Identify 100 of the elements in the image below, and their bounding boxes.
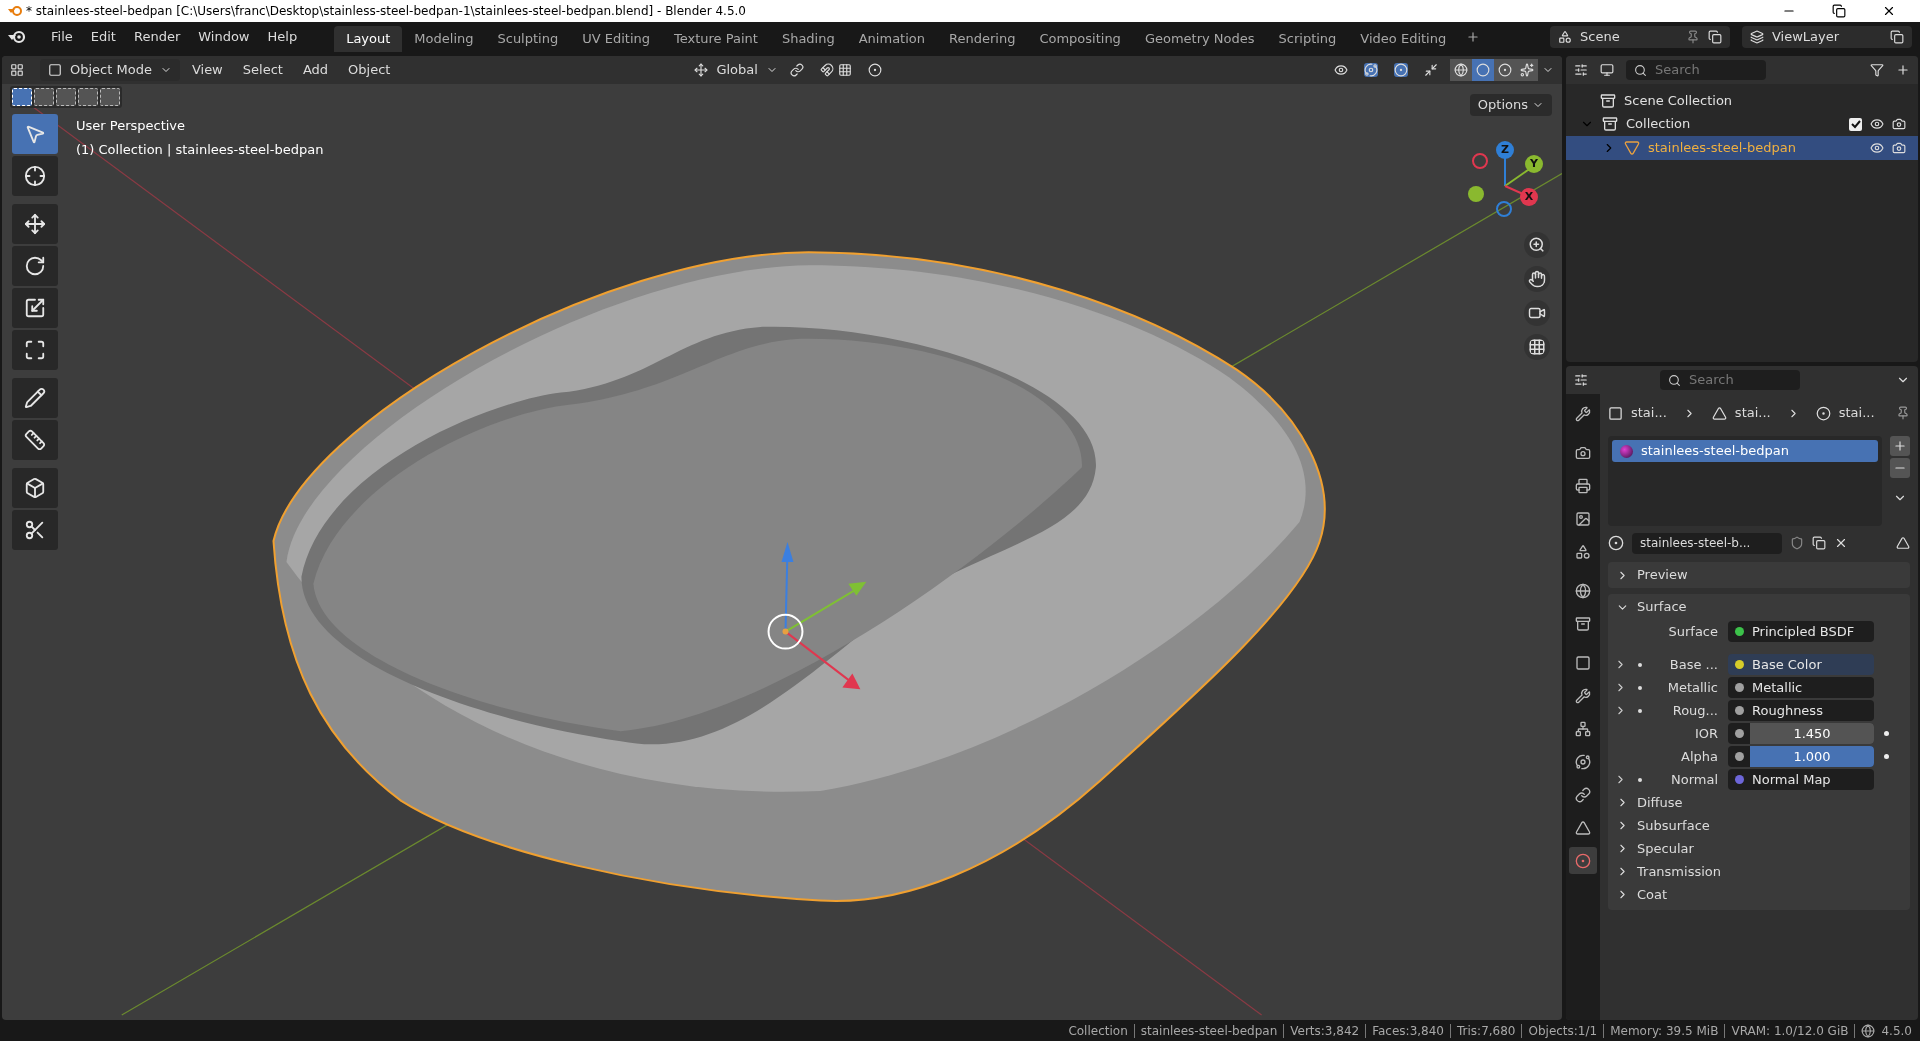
filter-icon[interactable] bbox=[1870, 63, 1884, 77]
add-workspace-icon[interactable] bbox=[1466, 30, 1481, 44]
orientation-dropdown[interactable]: Global bbox=[686, 59, 786, 81]
shading-mode-button[interactable] bbox=[1494, 59, 1516, 81]
workspace-tab[interactable]: Texture Paint bbox=[662, 26, 770, 52]
overlay-icon[interactable] bbox=[1394, 63, 1408, 77]
pan-icon[interactable] bbox=[1524, 266, 1550, 292]
close-icon[interactable] bbox=[1882, 4, 1896, 18]
pivot-icon[interactable] bbox=[789, 63, 804, 77]
duplicate-icon[interactable] bbox=[1812, 536, 1826, 550]
workspace-tab[interactable]: Modeling bbox=[402, 26, 486, 52]
material-name-field[interactable]: stainlees-steel-b... bbox=[1632, 532, 1782, 554]
workspace-tab[interactable]: Shading bbox=[769, 26, 847, 52]
workspace-tab[interactable]: Video Editing bbox=[1348, 26, 1459, 52]
panel-header[interactable]: Surface bbox=[1608, 594, 1910, 620]
breadcrumb-item[interactable]: stai... bbox=[1838, 403, 1875, 423]
menu-item[interactable]: Edit bbox=[81, 27, 125, 47]
breadcrumb-item[interactable]: stai... bbox=[1734, 403, 1771, 423]
tool-button[interactable] bbox=[12, 156, 58, 196]
tool-button[interactable] bbox=[12, 288, 58, 328]
pin-icon[interactable] bbox=[1896, 406, 1910, 420]
new-collection-icon[interactable] bbox=[1896, 63, 1910, 77]
display-mode-icon[interactable] bbox=[1600, 63, 1614, 77]
proportional-edit-icon[interactable] bbox=[867, 63, 882, 77]
workspace-tab[interactable]: Sculpting bbox=[485, 26, 571, 52]
workspace-tab[interactable]: Geometry Nodes bbox=[1132, 26, 1267, 52]
exclude-checkbox[interactable] bbox=[1849, 117, 1862, 131]
menu-item[interactable]: Help bbox=[258, 27, 307, 47]
search-field[interactable]: Search bbox=[1626, 60, 1766, 80]
subpanel-header[interactable]: Diffuse bbox=[1608, 791, 1910, 814]
tool-button[interactable] bbox=[12, 420, 58, 460]
menu-item[interactable]: Add bbox=[294, 60, 337, 80]
menu-item[interactable]: File bbox=[42, 27, 82, 47]
menu-item[interactable]: Object bbox=[340, 60, 399, 80]
unlink-icon[interactable] bbox=[1834, 536, 1848, 550]
menu-item[interactable]: View bbox=[183, 60, 231, 80]
select-mode-button[interactable] bbox=[34, 88, 54, 106]
tool-button[interactable] bbox=[12, 330, 58, 370]
subpanel-header[interactable]: Subsurface bbox=[1608, 814, 1910, 837]
select-mode-button[interactable] bbox=[100, 88, 120, 106]
app-logo-icon[interactable] bbox=[8, 30, 26, 44]
render-icon[interactable] bbox=[1892, 141, 1906, 155]
subpanel-header[interactable]: Specular bbox=[1608, 837, 1910, 860]
tool-button[interactable] bbox=[12, 378, 58, 418]
shading-mode-button[interactable] bbox=[1450, 59, 1472, 81]
workspace-tab[interactable]: UV Editing bbox=[570, 26, 662, 52]
gizmo-icon[interactable] bbox=[1364, 63, 1378, 77]
menu-item[interactable]: Select bbox=[234, 60, 291, 80]
material-browse-icon[interactable] bbox=[1608, 535, 1624, 551]
mode-dropdown[interactable]: Object Mode bbox=[40, 59, 180, 81]
editor-type-icon[interactable] bbox=[10, 63, 24, 77]
material-slot[interactable]: stainlees-steel-bedpan bbox=[1612, 440, 1878, 462]
number-field[interactable]: 1.000 bbox=[1728, 746, 1874, 767]
select-mode-button[interactable] bbox=[78, 88, 98, 106]
outliner-row[interactable]: stainlees-steel-bedpan bbox=[1566, 136, 1918, 160]
visibility-icon[interactable] bbox=[1870, 117, 1884, 131]
tool-button[interactable] bbox=[12, 246, 58, 286]
xray-icon[interactable] bbox=[1424, 63, 1438, 77]
restore-icon[interactable] bbox=[1832, 4, 1846, 18]
subpanel-header[interactable]: Transmission bbox=[1608, 860, 1910, 883]
workspace-tab[interactable]: Scripting bbox=[1266, 26, 1349, 52]
menu-item[interactable]: Render bbox=[124, 27, 190, 47]
link-data-icon[interactable] bbox=[1896, 536, 1910, 550]
socket-field[interactable]: Normal Map bbox=[1728, 769, 1874, 790]
shading-mode-button[interactable] bbox=[1472, 59, 1494, 81]
snap-icon[interactable] bbox=[819, 63, 834, 77]
breadcrumb-item[interactable]: stai... bbox=[1631, 403, 1667, 423]
options-dropdown[interactable]: Options bbox=[1469, 94, 1552, 116]
view-layer-selector[interactable]: ViewLayer bbox=[1742, 26, 1912, 48]
workspace-tab[interactable]: Layout bbox=[334, 26, 403, 52]
outliner-row[interactable]: Collection bbox=[1566, 112, 1918, 136]
visibility-icon[interactable] bbox=[1870, 141, 1884, 155]
fake-user-icon[interactable] bbox=[1790, 536, 1804, 550]
remove-slot-icon[interactable] bbox=[1890, 458, 1910, 478]
tool-button[interactable] bbox=[12, 204, 58, 244]
scene-selector[interactable]: Scene bbox=[1550, 26, 1730, 48]
zoom-icon[interactable] bbox=[1524, 232, 1550, 258]
socket-field[interactable]: Roughness bbox=[1728, 700, 1874, 721]
workspace-tab[interactable]: Animation bbox=[846, 26, 937, 52]
grid-icon[interactable] bbox=[1524, 334, 1550, 360]
tool-button[interactable] bbox=[12, 510, 58, 550]
socket-field[interactable]: Base Color bbox=[1728, 654, 1874, 675]
workspace-tab[interactable]: Compositing bbox=[1027, 26, 1133, 52]
shading-mode-button[interactable] bbox=[1516, 59, 1538, 81]
workspace-tab[interactable]: Rendering bbox=[937, 26, 1028, 52]
editor-type-icon[interactable] bbox=[1574, 63, 1588, 77]
camera-view-icon[interactable] bbox=[1524, 300, 1550, 326]
socket-field[interactable]: Metallic bbox=[1728, 677, 1874, 698]
tool-button[interactable] bbox=[12, 468, 58, 508]
menu-item[interactable]: Window bbox=[189, 27, 259, 47]
properties-tab[interactable] bbox=[1569, 847, 1597, 874]
subpanel-header[interactable]: Coat bbox=[1608, 883, 1910, 906]
add-slot-icon[interactable] bbox=[1890, 436, 1910, 456]
render-icon[interactable] bbox=[1892, 117, 1906, 131]
search-field[interactable]: Search bbox=[1660, 370, 1800, 390]
snap-grid-icon[interactable] bbox=[837, 63, 852, 77]
panel-header[interactable]: Preview bbox=[1608, 562, 1910, 588]
socket-field[interactable]: Principled BSDF bbox=[1728, 621, 1874, 642]
number-field[interactable]: 1.450 bbox=[1728, 723, 1874, 744]
editor-type-icon[interactable] bbox=[1574, 373, 1588, 387]
